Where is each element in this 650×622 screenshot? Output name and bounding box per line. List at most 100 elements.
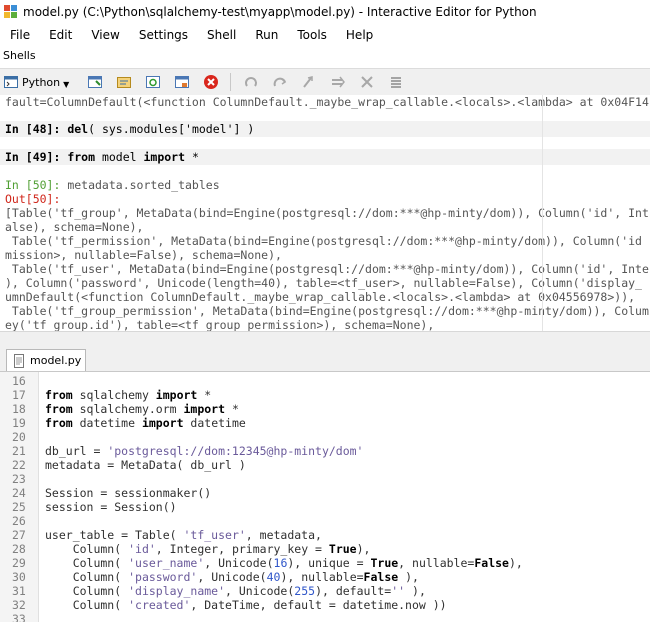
language-select[interactable]: Python ▼ <box>4 72 75 92</box>
refresh-button[interactable] <box>144 73 162 91</box>
pane-splitter[interactable] <box>0 331 650 346</box>
code-text: * <box>185 150 199 164</box>
code-text: , nullable= <box>398 556 475 570</box>
line-number: 18 <box>12 402 26 416</box>
shell-output-line: Table('tf_user', MetaData(bind=Engine(po… <box>5 262 649 276</box>
list-button[interactable] <box>387 73 405 91</box>
shell-output-line: alse), schema=None), <box>5 220 144 234</box>
menu-help[interactable]: Help <box>336 28 382 42</box>
code-text: Column( <box>45 570 129 584</box>
number-literal: 16 <box>273 556 288 570</box>
language-label: Python <box>22 75 61 89</box>
code-line: Column( 'password', Unicode(40), nullabl… <box>45 570 419 584</box>
code-line: Session = sessionmaker() <box>45 486 212 500</box>
shell-output-line: ), Column('password', Unicode(length=40)… <box>5 276 642 290</box>
code-text: , Integer, primary_key = <box>155 542 329 556</box>
redo-icon <box>273 77 287 87</box>
string-literal: 'created' <box>128 598 191 612</box>
code-text: datetime <box>72 416 142 430</box>
line-number: 27 <box>12 528 26 542</box>
line-number: 19 <box>12 416 26 430</box>
shell-output-line: Table('tf_permission', MetaData(bind=Eng… <box>5 234 642 248</box>
code-text: Column( <box>45 598 129 612</box>
line-number: 17 <box>12 388 26 402</box>
keyword: import <box>183 402 226 416</box>
string-literal: 'user_name' <box>128 556 205 570</box>
line-number: 20 <box>12 430 26 444</box>
shells-panel-label: Shells <box>3 49 36 62</box>
line-number: 25 <box>12 500 26 514</box>
keyword: import <box>143 150 186 164</box>
clear-button[interactable] <box>358 73 376 91</box>
step-button[interactable] <box>300 73 318 91</box>
python-file-icon <box>14 353 24 368</box>
title-bar: model.py (C:\Python\sqlalchemy-test\myap… <box>0 0 650 25</box>
list-icon <box>391 77 402 88</box>
shell-output-line: [Table('tf_group', MetaData(bind=Engine(… <box>5 206 649 220</box>
menu-settings[interactable]: Settings <box>129 28 197 42</box>
keyword: del <box>67 122 89 136</box>
code-text: user_table = Table( <box>45 528 184 542</box>
in-prompt: In [49]: <box>5 150 68 164</box>
string-literal: 'tf_user' <box>183 528 246 542</box>
code-line: metadata = MetaData( db_url ) <box>45 458 246 472</box>
keyword: False <box>363 570 399 584</box>
code-text: Column( <box>45 556 129 570</box>
keyword: from <box>67 150 96 164</box>
code-line: from sqlalchemy import * <box>45 388 211 402</box>
tab-model-py[interactable]: model.py <box>6 349 86 371</box>
code-text: ), <box>356 542 371 556</box>
shell-input-49: In [49]: from model import * <box>5 150 199 164</box>
menu-view[interactable]: View <box>81 28 128 42</box>
code-line: session = Session() <box>45 500 177 514</box>
step-icon <box>303 76 314 88</box>
code-text: model <box>95 150 144 164</box>
run-icon <box>332 76 346 88</box>
code-text: sqlalchemy.orm <box>72 402 184 416</box>
menu-run[interactable]: Run <box>245 28 287 42</box>
keyword: from <box>45 416 73 430</box>
code-text: ), unique = <box>287 556 371 570</box>
menu-tools[interactable]: Tools <box>287 28 336 42</box>
code-line: db_url = 'postgresql://dom:12345@hp-mint… <box>45 444 364 458</box>
string-literal: 'postgresql://dom:12345@hp-minty/dom' <box>107 444 364 458</box>
menu-edit[interactable]: Edit <box>39 28 81 42</box>
code-text: * <box>225 402 239 416</box>
code-editor[interactable]: 16 17 18 19 20 21 22 23 24 25 26 27 28 2… <box>0 372 650 622</box>
run-button[interactable] <box>329 73 347 91</box>
margin-line <box>542 95 543 331</box>
undo-button[interactable] <box>242 73 260 91</box>
keyword: from <box>45 388 73 402</box>
out-prompt: Out[50]: <box>5 192 61 206</box>
code-text: ), <box>405 584 426 598</box>
shell-output[interactable]: fault=ColumnDefault(<function ColumnDefa… <box>0 95 650 331</box>
window-button[interactable] <box>173 73 191 91</box>
code-text: * <box>197 388 212 402</box>
code-text: , Unicode( <box>197 570 267 584</box>
shell-toolbar: Python ▼ <box>0 68 650 96</box>
redo-button[interactable] <box>271 73 289 91</box>
code-line: Column( 'id', Integer, primary_key = Tru… <box>45 542 371 556</box>
code-text: db_url = <box>45 444 108 458</box>
code-text: ( sys.modules['model'] ) <box>88 122 255 136</box>
code-text: Column( <box>45 584 129 598</box>
line-number: 21 <box>12 444 26 458</box>
open-button[interactable] <box>115 73 133 91</box>
menu-file[interactable]: File <box>0 28 39 42</box>
new-shell-icon <box>88 76 103 88</box>
menu-shell[interactable]: Shell <box>197 28 245 42</box>
code-text: , Unicode( <box>225 584 295 598</box>
code-text: , metadata, <box>245 528 322 542</box>
code-text: ), default= <box>315 584 392 598</box>
keyword: from <box>45 402 73 416</box>
stop-button[interactable] <box>202 73 220 91</box>
in-prompt: In [50]: <box>5 178 68 192</box>
code-text: ), <box>398 570 419 584</box>
line-number: 31 <box>12 584 26 598</box>
line-number: 28 <box>12 542 26 556</box>
string-literal: 'id' <box>128 542 156 556</box>
window-title: model.py (C:\Python\sqlalchemy-test\myap… <box>23 5 537 19</box>
code-text: metadata.sorted_tables <box>67 178 220 192</box>
new-shell-button[interactable] <box>86 73 104 91</box>
toolbar-separator <box>230 73 232 91</box>
